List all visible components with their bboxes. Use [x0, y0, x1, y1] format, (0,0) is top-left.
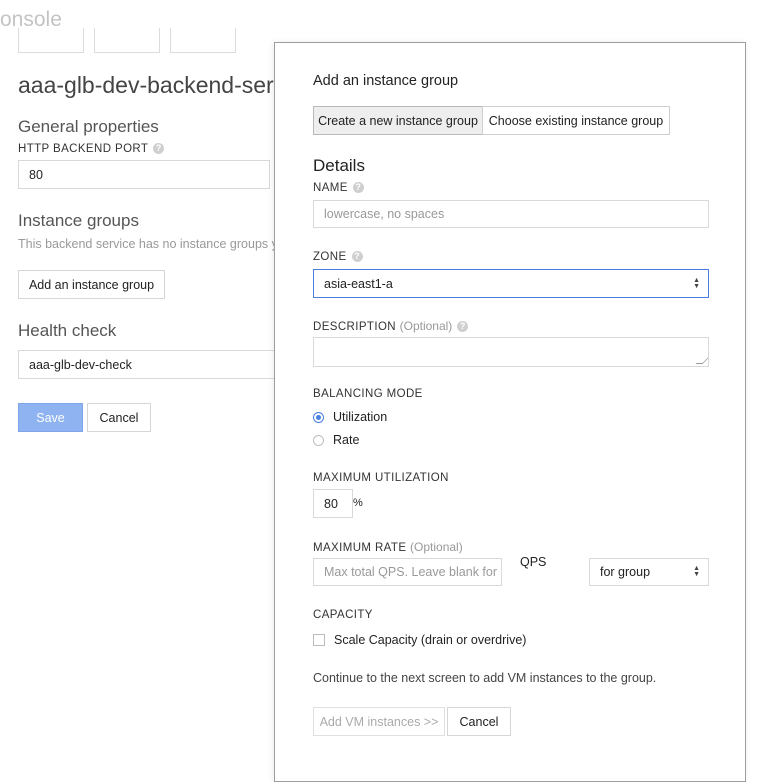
toolbar-button-1[interactable] [18, 28, 84, 53]
max-utilization-label: MAXIMUM UTILIZATION [313, 472, 449, 484]
http-backend-port-input[interactable]: 80 [18, 160, 270, 189]
dialog-cancel-button[interactable]: Cancel [447, 707, 511, 736]
no-instance-groups-text: This backend service has no instance gro… [18, 237, 289, 251]
cancel-button[interactable]: Cancel [87, 403, 151, 432]
tab-choose-existing-instance-group[interactable]: Choose existing instance group [482, 106, 670, 135]
zone-select[interactable]: asia-east1-a ▲ ▼ [313, 269, 709, 298]
balancing-option-utilization[interactable]: Utilization [313, 410, 387, 424]
balancing-option-rate[interactable]: Rate [313, 433, 359, 447]
description-label: DESCRIPTION (Optional)? [313, 319, 469, 333]
http-backend-port-label: HTTP BACKEND PORT? [18, 143, 165, 155]
max-rate-placeholder: Max total QPS. Leave blank for [324, 565, 498, 579]
percent-sign: % [353, 497, 363, 509]
radio-utilization[interactable] [313, 411, 324, 423]
capacity-label: CAPACITY [313, 609, 373, 621]
name-input[interactable]: lowercase, no spaces [313, 200, 709, 228]
help-icon[interactable]: ? [352, 182, 364, 193]
qps-label: QPS [520, 555, 547, 569]
help-icon[interactable]: ? [351, 251, 363, 262]
scale-capacity-option[interactable]: Scale Capacity (drain or overdrive) [313, 633, 526, 647]
add-instance-group-dialog: Add an instance group Create a new insta… [274, 42, 746, 782]
instance-groups-heading: Instance groups [18, 211, 139, 230]
name-label: NAME? [313, 182, 364, 194]
description-textarea[interactable] [313, 337, 709, 367]
continue-text: Continue to the next screen to add VM in… [313, 671, 657, 685]
select-arrows-icon: ▲ ▼ [693, 565, 700, 578]
toolbar-button-2[interactable] [94, 28, 160, 53]
max-utilization-input[interactable]: 80 [313, 489, 353, 518]
resize-handle-icon[interactable] [695, 357, 708, 364]
select-arrows-icon: ▲ ▼ [693, 276, 700, 290]
add-vm-instances-button[interactable]: Add VM instances >> [313, 707, 445, 736]
zone-value: asia-east1-a [324, 276, 393, 291]
health-check-heading: Health check [18, 321, 117, 340]
page-title: aaa-glb-dev-backend-servic [18, 72, 302, 98]
help-icon[interactable]: ? [153, 143, 165, 154]
save-button[interactable]: Save [18, 403, 83, 432]
rate-scope-select[interactable]: for group ▲ ▼ [589, 558, 709, 586]
scale-capacity-checkbox[interactable] [313, 634, 325, 646]
max-rate-input[interactable]: Max total QPS. Leave blank for [313, 558, 502, 586]
general-properties-heading: General properties [18, 117, 159, 136]
add-instance-group-button[interactable]: Add an instance group [18, 270, 165, 299]
help-icon[interactable]: ? [457, 321, 469, 332]
rate-scope-value: for group [600, 565, 651, 579]
balancing-mode-label: BALANCING MODE [313, 388, 423, 400]
dialog-title: Add an instance group [313, 73, 459, 89]
radio-rate[interactable] [313, 434, 324, 446]
max-rate-label: MAXIMUM RATE (Optional) [313, 540, 463, 554]
toolbar-button-3[interactable] [170, 28, 236, 53]
zone-label: ZONE? [313, 251, 363, 263]
health-check-input[interactable]: aaa-glb-dev-check [18, 350, 280, 379]
details-heading: Details [313, 156, 365, 175]
tab-create-new-instance-group[interactable]: Create a new instance group [313, 106, 483, 135]
name-placeholder: lowercase, no spaces [324, 207, 445, 221]
